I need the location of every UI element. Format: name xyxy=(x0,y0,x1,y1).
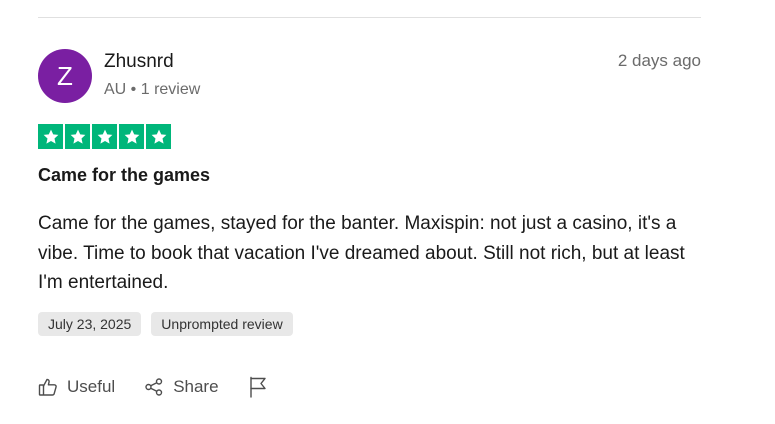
share-button[interactable]: Share xyxy=(144,377,219,397)
star-icon xyxy=(146,124,171,149)
review-body: Came for the games, stayed for the bante… xyxy=(38,213,685,293)
review-title[interactable]: Came for the games xyxy=(38,165,210,186)
review-date-ago: 2 days ago xyxy=(617,51,701,70)
experience-date-badge: July 23, 2025 xyxy=(38,312,142,336)
divider xyxy=(38,17,701,18)
share-label: Share xyxy=(173,377,219,396)
share-icon xyxy=(144,377,164,397)
useful-label: Useful xyxy=(67,377,116,396)
reviewer-meta: AU • 1 review xyxy=(104,81,201,98)
star-rating xyxy=(38,124,171,149)
avatar-initial: Z xyxy=(57,60,73,91)
star-icon xyxy=(65,124,90,149)
star-icon xyxy=(38,124,63,149)
review-actions: Useful Share xyxy=(38,375,268,399)
useful-button[interactable]: Useful xyxy=(38,377,115,397)
report-button[interactable] xyxy=(248,376,268,398)
review-tags: July 23, 2025 Unprompted review xyxy=(38,312,293,336)
reviewer-name[interactable]: Zhusnrd xyxy=(104,51,174,73)
thumbs-up-icon xyxy=(38,377,58,397)
star-icon xyxy=(92,124,117,149)
avatar[interactable]: Z xyxy=(38,49,92,103)
review-type-badge[interactable]: Unprompted review xyxy=(151,312,293,336)
review-card: Z Zhusnrd AU • 1 review 2 days ago Came … xyxy=(38,0,701,424)
flag-icon xyxy=(248,376,268,398)
star-icon xyxy=(119,124,144,149)
